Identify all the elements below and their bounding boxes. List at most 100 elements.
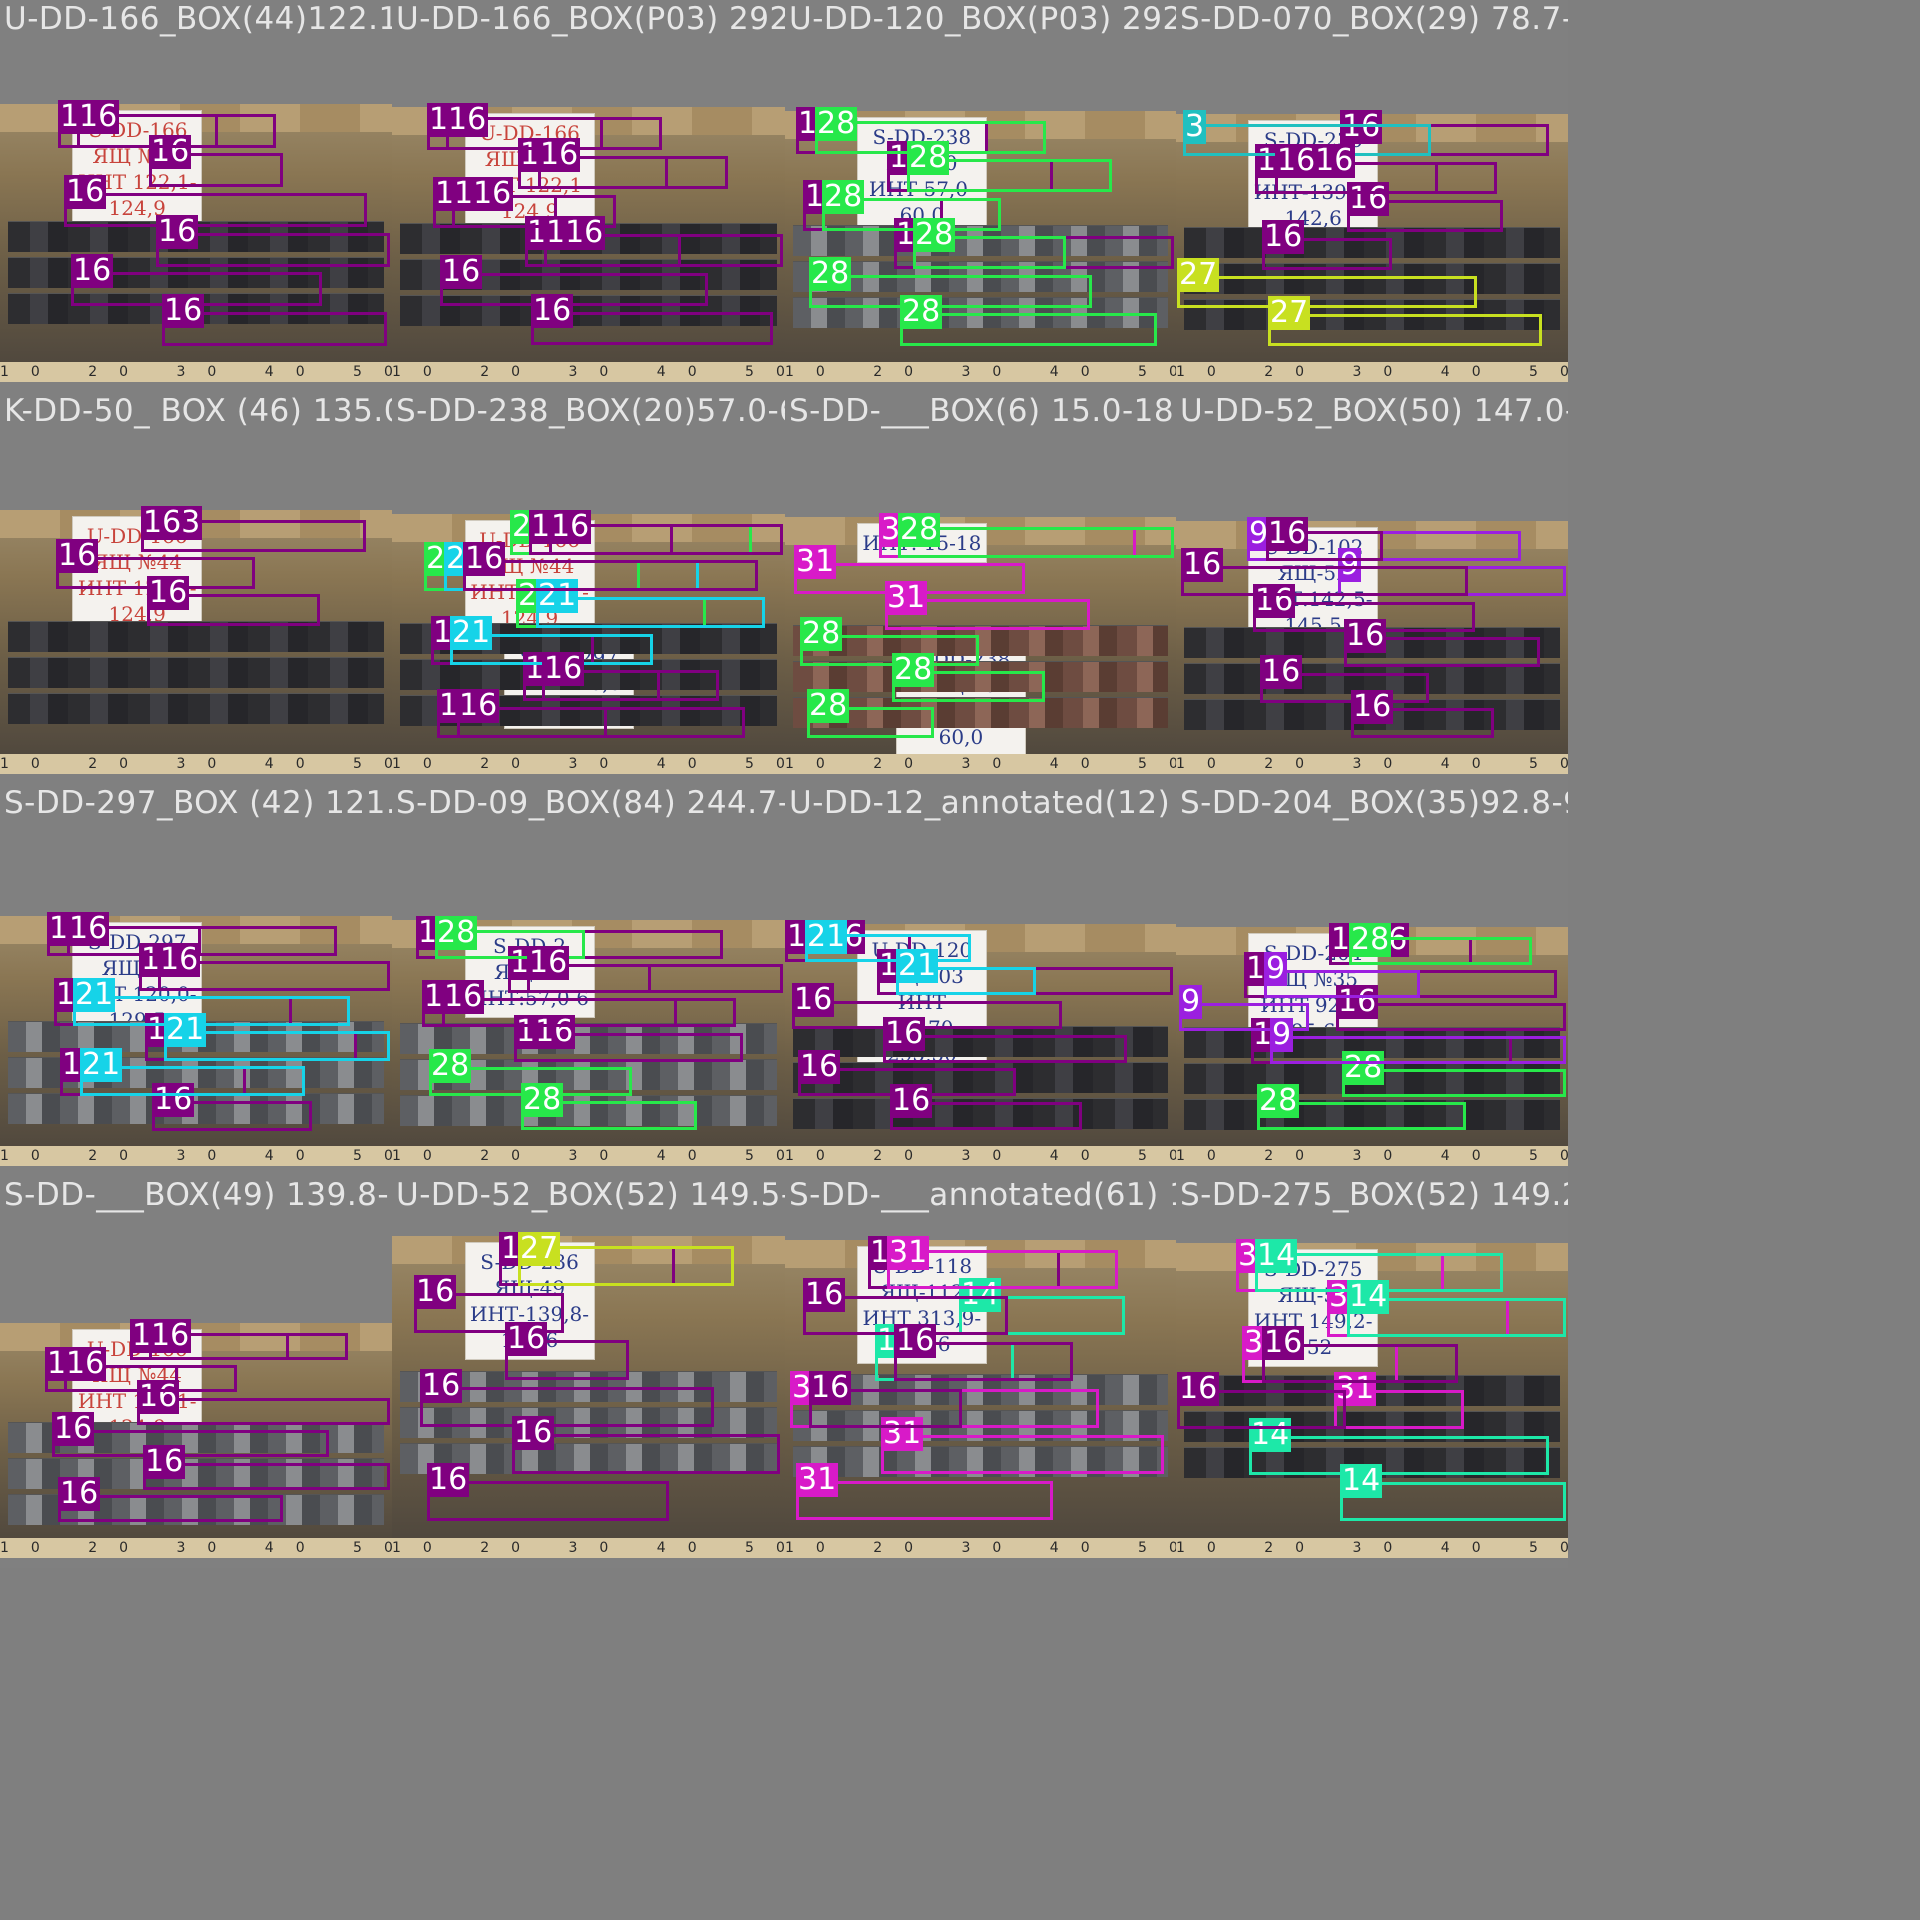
detection-box <box>1181 566 1468 596</box>
detection-class-label: 16 <box>64 174 107 209</box>
detection-class-label: 16 <box>414 1274 457 1309</box>
detection-class-label: 16 <box>531 293 574 328</box>
mosaic-tile: S-DD-236ЯЩ-49ИНТ-139,8-142,610 20 30 40 … <box>1176 0 1568 392</box>
detection-class-label: 21 <box>80 1047 123 1082</box>
detection-class-label: 16 <box>457 688 500 723</box>
detection-class-label: 21 <box>164 1012 207 1047</box>
detection-class-label: 14 <box>1347 1279 1390 1314</box>
detection-class-label: 16 <box>1351 689 1394 724</box>
detection-class-label: 28 <box>892 652 935 687</box>
detection-class-label: 21 <box>73 977 116 1012</box>
detection-class-label: 16 <box>64 1346 107 1381</box>
detection-class-label: 16 <box>1344 618 1387 653</box>
depth-ruler: 10 20 30 40 50 60 70 80 90 <box>0 1538 392 1558</box>
detection-class-label: 16 <box>162 293 205 328</box>
detection-class-label: 31 <box>796 1462 839 1497</box>
mosaic-tile: ИНТ: 15-18S-DD-238ЯЩ-20ИНТ:57,0-60,010 2… <box>785 392 1176 784</box>
tile-filename-title: S-DD-___BOX(6) 15.0-18.0_annotated <box>789 393 1176 429</box>
detection-class-label: 116 <box>544 215 606 250</box>
tile-filename-title: S-DD-___BOX(49) 139.8-142.6_annotated <box>4 1177 392 1213</box>
detection-class-label: 16 <box>442 979 485 1014</box>
detection-class-label: 16 <box>71 253 114 288</box>
detection-class-label: 16 <box>420 1368 463 1403</box>
depth-ruler: 10 20 30 40 50 60 70 80 90 <box>785 1538 1176 1558</box>
detection-box <box>463 560 758 591</box>
detection-class-label: 16 <box>890 1083 933 1118</box>
detection-class-label: 16 <box>143 1444 186 1479</box>
detection-box <box>420 1387 714 1427</box>
detection-class-label: 16 <box>883 1016 926 1051</box>
detection-class-label: 16 <box>1181 547 1224 582</box>
depth-ruler: 10 20 30 40 50 60 70 80 90 <box>785 754 1176 774</box>
detection-class-label: 31 <box>794 544 837 579</box>
detection-class-label: 14 <box>1255 1238 1298 1273</box>
depth-ruler: 10 20 30 40 50 60 70 80 90 <box>785 362 1176 382</box>
mosaic-tile: U-DD-120ЯЩ-103ИНТ 292,70-295,5010 20 30 … <box>785 784 1176 1176</box>
core-sample-row <box>7 692 385 724</box>
mosaic-tile: U-DD-166ЯЩ №44ИНТ 122,1-124,9S-DD-297ИНТ… <box>392 392 785 784</box>
mosaic-tile: S-DD-2ЯЩ-20ИНТ:57,0-610 20 30 40 50 60 7… <box>392 784 785 1176</box>
detection-class-label: 16 <box>803 1277 846 1312</box>
mosaic-tile: S-DD-238ЯЩ-20ИНТ 57,0-60,010 20 30 40 50… <box>785 0 1176 392</box>
detection-class-label: 16 <box>1260 654 1303 689</box>
detection-class-label: 28 <box>1349 922 1392 957</box>
mosaic-tile: U-DD-166ЯЩ №44ИНТ 122,1-124,910 20 30 40… <box>0 392 392 784</box>
detection-class-label: 16 <box>440 254 483 289</box>
detection-class-label: 16 <box>894 1323 937 1358</box>
detection-class-label: 16 <box>77 99 120 134</box>
detection-class-label: 16 <box>446 102 489 137</box>
detection-class-label: 16 <box>1266 516 1309 551</box>
mosaic-tile: U-DD-166ЯЩ №44ИНТ 122,1-124,910 20 30 40… <box>392 0 785 392</box>
tile-filename-title: S-DD-238_BOX(20)57.0-60.0_annotated <box>396 393 785 429</box>
depth-ruler: 10 20 30 40 50 60 70 80 90 <box>0 754 392 774</box>
mosaic-tile: U-DD-166ЯЩ №44ИНТ 122,1-124,910 20 30 40… <box>0 1176 392 1568</box>
detection-class-label: 16 <box>505 1321 548 1356</box>
tile-filename-title: U-DD-12_annotated(12) 3 <box>789 785 1176 821</box>
detection-class-label: 16 <box>792 982 835 1017</box>
detection-box <box>881 1435 1164 1474</box>
detection-class-label: 27 <box>518 1231 561 1266</box>
detection-class-label: 28 <box>913 217 956 252</box>
detection-class-label: 16 <box>1177 1371 1220 1406</box>
depth-ruler: 10 20 30 40 50 60 70 80 90 <box>392 1538 785 1558</box>
detection-class-label: 21 <box>805 919 848 954</box>
detection-class-label: 31 <box>887 1235 930 1270</box>
detection-class-label: 16 <box>158 942 201 977</box>
mosaic-tile: U-DD-102 ЯЩ-52 ИНТ.142,5-145,5 10 20 30 40 … <box>1176 392 1568 784</box>
detection-class-label: 9 <box>1264 951 1288 986</box>
mosaic-tile: S-DD-275ЯЩ-52ИНТ 149,2-15210 20 30 40 50… <box>1176 1176 1568 1568</box>
detection-class-label: 27 <box>1177 257 1220 292</box>
detection-class-label: 28 <box>809 256 852 291</box>
detection-class-label: 16 <box>512 1415 555 1450</box>
mosaic-tile: U-DD-118ЯЩ-112ИНТ 313,9-315,610 20 30 40… <box>785 1176 1176 1568</box>
detection-class-label: 16 <box>52 1411 95 1446</box>
detection-class-label: 27 <box>1268 295 1311 330</box>
tile-filename-title: U-DD-52_BOX(50) 147.0-1 <box>1180 393 1568 429</box>
tile-filename-title: S-DD-275_BOX(52) 149.20-1 <box>1180 1177 1568 1213</box>
detection-class-label: 16 <box>549 509 592 544</box>
detection-class-label: 28 <box>900 294 943 329</box>
detection-class-label: 9 <box>1179 984 1203 1019</box>
detection-class-label: 28 <box>822 179 865 214</box>
detection-class-label: 16 <box>149 1318 192 1353</box>
detection-class-label: 28 <box>429 1048 472 1083</box>
detection-class-label: 21 <box>896 948 939 983</box>
detection-class-label: 21 <box>450 615 493 650</box>
depth-ruler: 10 20 30 40 50 60 70 80 90 <box>0 362 392 382</box>
detection-class-label: 16 <box>538 137 581 172</box>
mosaic-tile: S-DD-204ЯЩ №35ИНТ 92,8-95,610 20 30 40 5… <box>1176 784 1568 1176</box>
detection-box <box>1264 970 1420 998</box>
tile-filename-title: S-DD-204_BOX(35)92.8-95.6_annotated <box>1180 785 1568 821</box>
depth-ruler: 10 20 30 40 50 60 70 80 90 <box>1176 362 1568 382</box>
detection-class-label: 16 <box>542 651 585 686</box>
detection-class-label: 28 <box>521 1082 564 1117</box>
depth-ruler: 10 20 30 40 50 60 70 80 90 <box>1176 754 1568 774</box>
detection-box <box>809 275 1092 308</box>
detection-box <box>64 193 367 227</box>
detection-class-label: 16 <box>1262 219 1305 254</box>
detection-class-label: 16 <box>147 575 190 610</box>
detection-class-label: 3 <box>1183 109 1207 144</box>
detection-class-label: 16 <box>156 214 199 249</box>
depth-ruler: 10 20 30 40 50 60 70 80 90 <box>0 1146 392 1166</box>
tile-filename-title: S-DD-09_BOX(84) 244.7-0.1_annotated <box>396 785 785 821</box>
